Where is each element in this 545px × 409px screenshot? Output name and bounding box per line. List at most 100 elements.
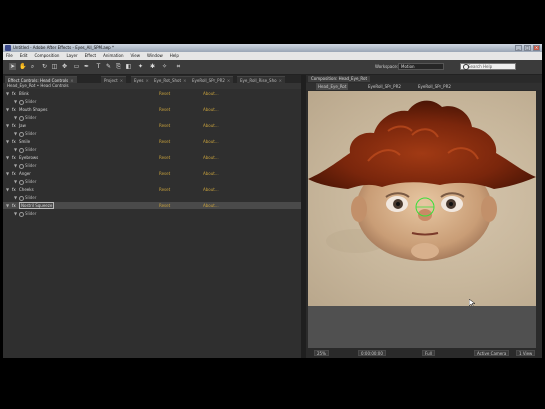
subtab-eyeroll-1[interactable]: EyeRoll_SPr_PR2 — [366, 83, 403, 90]
menu-file[interactable]: File — [6, 52, 13, 60]
pen-tool-icon[interactable]: ✒ — [83, 63, 90, 70]
fx-toggle-icon[interactable]: fx — [12, 186, 16, 193]
tab-left-0[interactable]: Effect Controls: Head Controls × — [5, 76, 77, 83]
disclosure-triangle-icon[interactable]: ▼ — [6, 122, 9, 129]
menu-help[interactable]: Help — [170, 52, 179, 60]
tab-composition[interactable]: Composition: Head_Eye_Rot — [308, 76, 371, 82]
mask-tool-icon[interactable]: ▭ — [73, 63, 80, 70]
zoom-dropdown[interactable]: 25% — [314, 350, 329, 356]
disclosure-triangle-icon[interactable]: ▼ — [6, 186, 9, 193]
fx-toggle-icon[interactable]: fx — [12, 154, 16, 161]
menu-layer[interactable]: Layer — [66, 52, 77, 60]
effect-row[interactable]: ▼ fx Nostril Squeeze Reset About... — [3, 202, 301, 209]
stopwatch-icon[interactable] — [19, 212, 24, 217]
about-link[interactable]: About... — [203, 202, 219, 209]
reset-link[interactable]: Reset — [159, 186, 170, 193]
pan-behind-tool-icon[interactable]: ✥ — [61, 63, 68, 70]
views-dropdown[interactable]: 1 View — [516, 350, 536, 356]
stopwatch-icon[interactable] — [19, 116, 24, 121]
fx-toggle-icon[interactable]: fx — [12, 106, 16, 113]
maximize-button[interactable]: □ — [524, 45, 531, 51]
camera-dropdown[interactable]: Active Camera — [474, 350, 510, 356]
slider-row[interactable]: ▼ Slider — [3, 178, 301, 185]
reset-link[interactable]: Reset — [159, 138, 170, 145]
workspace-dropdown[interactable]: Motion — [398, 63, 444, 70]
disclosure-triangle-icon[interactable]: ▼ — [14, 114, 17, 121]
effect-row[interactable]: ▼ fx Anger Reset About... — [3, 170, 301, 177]
disclosure-triangle-icon[interactable]: ▼ — [14, 178, 17, 185]
effect-row[interactable]: ▼ fx Mouth Shapes Reset About... — [3, 106, 301, 113]
disclosure-triangle-icon[interactable]: ▼ — [14, 130, 17, 137]
fx-toggle-icon[interactable]: fx — [12, 202, 16, 209]
effect-row[interactable]: ▼ fx Eyebrows Reset About... — [3, 154, 301, 161]
stopwatch-icon[interactable] — [19, 132, 24, 137]
effect-row[interactable]: ▼ fx Smile Reset About... — [3, 138, 301, 145]
slider-row[interactable]: ▼ Slider — [3, 130, 301, 137]
reset-link[interactable]: Reset — [159, 202, 170, 209]
about-link[interactable]: About... — [203, 186, 219, 193]
disclosure-triangle-icon[interactable]: ▼ — [6, 106, 9, 113]
clone-tool-icon[interactable]: ⎘ — [115, 63, 122, 70]
disclosure-triangle-icon[interactable]: ▼ — [6, 154, 9, 161]
about-link[interactable]: About... — [203, 154, 219, 161]
slider-row[interactable]: ▼ Slider — [3, 114, 301, 121]
reset-link[interactable]: Reset — [159, 106, 170, 113]
tab-left-2[interactable]: Eyes × — [131, 76, 152, 83]
stopwatch-icon[interactable] — [19, 164, 24, 169]
text-tool-icon[interactable]: T — [95, 63, 102, 70]
subtab-head-eye-rot[interactable]: Head_Eye_Rot — [316, 83, 349, 90]
reset-link[interactable]: Reset — [159, 170, 170, 177]
about-link[interactable]: About... — [203, 106, 219, 113]
disclosure-triangle-icon[interactable]: ▼ — [14, 162, 17, 169]
disclosure-triangle-icon[interactable]: ▼ — [6, 170, 9, 177]
rotate-tool-icon[interactable]: ↻ — [41, 63, 48, 70]
effect-row[interactable]: ▼ fx Blink Reset About... — [3, 90, 301, 97]
axis-mode-icon[interactable]: ⌗ — [175, 63, 182, 70]
stopwatch-icon[interactable] — [19, 196, 24, 201]
about-link[interactable]: About... — [203, 138, 219, 145]
fx-toggle-icon[interactable]: fx — [12, 122, 16, 129]
about-link[interactable]: About... — [203, 90, 219, 97]
selection-tool-icon[interactable]: ➤ — [9, 63, 16, 70]
disclosure-triangle-icon[interactable]: ▼ — [6, 138, 9, 145]
menu-composition[interactable]: Composition — [34, 52, 59, 60]
resolution-dropdown[interactable]: Full — [422, 350, 435, 356]
slider-row[interactable]: ▼ Slider — [3, 210, 301, 217]
disclosure-triangle-icon[interactable]: ▼ — [14, 210, 17, 217]
reset-link[interactable]: Reset — [159, 90, 170, 97]
about-link[interactable]: About... — [203, 170, 219, 177]
brush-tool-icon[interactable]: ✎ — [105, 63, 112, 70]
puppet-overlap-tool-icon[interactable]: ✧ — [161, 63, 168, 70]
close-button[interactable]: × — [533, 45, 540, 51]
effect-row[interactable]: ▼ fx Cheeks Reset About... — [3, 186, 301, 193]
slider-row[interactable]: ▼ Slider — [3, 162, 301, 169]
camera-tool-icon[interactable]: ◫ — [51, 63, 58, 70]
composition-viewer[interactable] — [308, 91, 536, 306]
tab-left-3[interactable]: Eye_Rot_Shot × — [151, 76, 190, 83]
puppet-tool-icon[interactable]: ✱ — [149, 63, 156, 70]
menu-effect[interactable]: Effect — [85, 52, 97, 60]
disclosure-triangle-icon[interactable]: ▼ — [14, 146, 17, 153]
zoom-tool-icon[interactable]: ⌕ — [29, 63, 36, 70]
menu-edit[interactable]: Edit — [20, 52, 28, 60]
tab-left-1[interactable]: Project × — [101, 76, 127, 83]
timecode-display[interactable]: 0:00:00:00 — [358, 350, 386, 356]
slider-row[interactable]: ▼ Slider — [3, 98, 301, 105]
tab-left-4[interactable]: EyeRoll_SPr_PR2 × — [189, 76, 234, 83]
fx-toggle-icon[interactable]: fx — [12, 138, 16, 145]
disclosure-triangle-icon[interactable]: ▼ — [6, 90, 9, 97]
menu-animation[interactable]: Animation — [103, 52, 123, 60]
disclosure-triangle-icon[interactable]: ▼ — [14, 98, 17, 105]
stopwatch-icon[interactable] — [19, 148, 24, 153]
subtab-eyeroll-2[interactable]: EyeRoll_SPr_PR2 — [416, 83, 453, 90]
menu-window[interactable]: Window — [147, 52, 163, 60]
reset-link[interactable]: Reset — [159, 122, 170, 129]
fx-toggle-icon[interactable]: fx — [12, 170, 16, 177]
hand-tool-icon[interactable]: ✋ — [19, 63, 26, 70]
minimize-button[interactable]: _ — [515, 45, 522, 51]
about-link[interactable]: About... — [203, 122, 219, 129]
disclosure-triangle-icon[interactable]: ▼ — [6, 202, 9, 209]
slider-row[interactable]: ▼ Slider — [3, 194, 301, 201]
reset-link[interactable]: Reset — [159, 154, 170, 161]
effect-row[interactable]: ▼ fx Jaw Reset About... — [3, 122, 301, 129]
